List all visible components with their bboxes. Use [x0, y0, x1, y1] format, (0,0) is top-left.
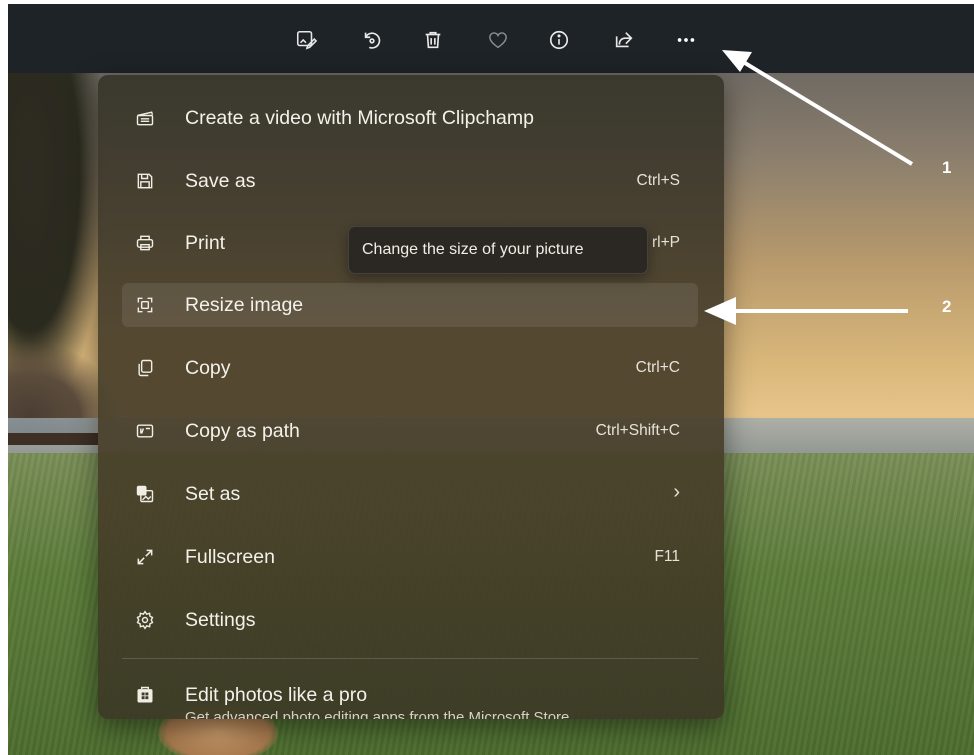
favorite-heart-icon [489, 32, 507, 49]
menu-item-label: Fullscreen [185, 546, 275, 568]
rotate-button[interactable] [358, 26, 386, 54]
fullscreen-icon [134, 546, 156, 568]
menu-item-label: Resize image [185, 294, 304, 316]
set-as-icon [134, 483, 156, 505]
clipchamp-icon [134, 107, 156, 129]
menu-item-shortcut: Ctrl+S [636, 172, 681, 189]
menu-item-label: Copy [185, 357, 231, 379]
tooltip-text: Change the size of your picture [362, 241, 584, 258]
menu-item-copy[interactable]: Copy Ctrl+C [122, 346, 698, 390]
delete-icon [425, 31, 441, 49]
photo-toolbar [8, 4, 974, 73]
annotation-number-1: 1 [942, 158, 952, 177]
favorite-button[interactable] [484, 26, 512, 54]
menu-item-subtitle: Get advanced photo editing apps from the… [185, 709, 570, 719]
menu-item-label: Print [185, 232, 226, 254]
photo-fence [8, 433, 98, 445]
menu-item-label: Save as [185, 170, 256, 192]
menu-item-label: Copy as path [185, 420, 300, 442]
resize-icon [134, 294, 156, 316]
rotate-icon [364, 32, 381, 49]
more-options-button[interactable] [672, 26, 700, 54]
info-button[interactable] [545, 26, 573, 54]
settings-icon [134, 609, 156, 631]
store-icon [134, 684, 156, 706]
chevron-right-icon: › [673, 481, 680, 503]
menu-item-save-as[interactable]: Save as Ctrl+S [122, 159, 698, 203]
menu-item-shortcut: Ctrl+C [635, 359, 680, 376]
menu-item-shortcut: rl+P [652, 234, 680, 251]
menu-item-copy-as-path[interactable]: Copy as path Ctrl+Shift+C [122, 409, 698, 453]
menu-item-label: Create a video with Microsoft Clipchamp [185, 107, 534, 129]
menu-divider [122, 658, 698, 659]
menu-item-shortcut: Ctrl+Shift+C [595, 422, 680, 439]
menu-item-shortcut: F11 [654, 548, 680, 565]
menu-item-set-as[interactable]: Set as › [122, 472, 698, 516]
delete-button[interactable] [419, 26, 447, 54]
annotation-number-2: 2 [942, 297, 952, 316]
menu-item-resize-image[interactable]: Resize image [122, 283, 698, 327]
menu-item-clipchamp[interactable]: Create a video with Microsoft Clipchamp [122, 96, 698, 140]
edit-image-icon [296, 30, 317, 50]
print-icon [134, 232, 156, 254]
resize-tooltip: Change the size of your picture [348, 226, 648, 274]
menu-item-edit-like-pro[interactable]: Edit photos like a pro Get advanced phot… [122, 673, 698, 719]
copy-path-icon [134, 420, 156, 442]
edit-image-button[interactable] [292, 26, 320, 54]
share-button[interactable] [610, 26, 638, 54]
menu-item-label: Edit photos like a pro [185, 684, 368, 706]
save-icon [134, 170, 156, 192]
more-options-icon [677, 38, 695, 42]
more-options-menu: Create a video with Microsoft Clipchamp … [98, 75, 724, 719]
share-icon [615, 32, 633, 48]
menu-item-settings[interactable]: Settings [122, 598, 698, 642]
menu-item-fullscreen[interactable]: Fullscreen F11 [122, 535, 698, 579]
copy-icon [134, 357, 156, 379]
menu-item-label: Set as [185, 483, 241, 505]
menu-item-label: Settings [185, 609, 256, 631]
info-icon [549, 30, 569, 50]
